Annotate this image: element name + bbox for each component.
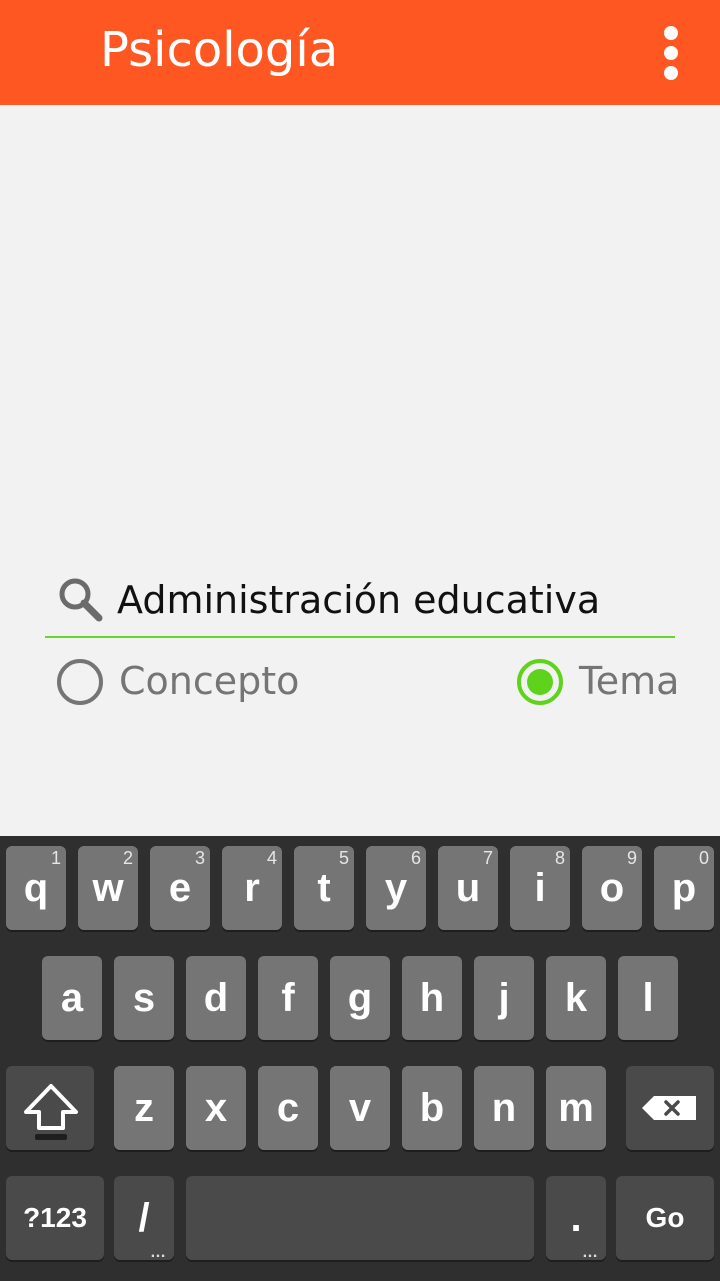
key-f[interactable]: f [258,956,318,1040]
key-g[interactable]: g [330,956,390,1040]
key-n[interactable]: n [474,1066,534,1150]
key-e[interactable]: e3 [150,846,210,930]
key-backspace[interactable] [626,1066,714,1150]
soft-keyboard: q1 w2 e3 r4 t5 y6 u7 i8 o9 p0 a s d f g … [0,836,720,1281]
key-label: m [558,1085,594,1130]
key-go[interactable]: Go [616,1176,714,1260]
key-label: d [203,975,229,1020]
key-label: f [281,975,295,1020]
search-icon[interactable] [57,576,103,622]
key-label: c [276,1085,300,1130]
key-hint: 9 [626,848,637,868]
key-period[interactable]: .… [546,1176,606,1261]
key-label: b [419,1085,445,1130]
key-o[interactable]: o9 [582,846,642,930]
key-label: z [134,1085,154,1130]
menu-dot [664,26,678,40]
key-p[interactable]: p0 [654,846,714,930]
key-sub-label: … [582,1244,598,1261]
key-label: j [498,975,510,1020]
search-bar [45,568,675,638]
key-hint: 8 [554,848,565,868]
content-area [0,105,720,836]
key-label: k [564,975,588,1020]
key-hint: 7 [482,848,493,868]
backspace-icon [642,1096,696,1120]
menu-dot [664,46,678,60]
key-hint: 6 [410,848,421,868]
shift-icon [24,1084,78,1140]
key-label: l [642,975,654,1020]
key-j[interactable]: j [474,956,534,1040]
radio-tema[interactable]: Tema [517,655,687,709]
search-input[interactable] [117,572,657,628]
key-t[interactable]: t5 [294,846,354,930]
key-label: a [60,975,84,1020]
key-v[interactable]: v [330,1066,390,1150]
key-sub-label: … [150,1244,166,1261]
key-r[interactable]: r4 [222,846,282,930]
menu-dot [664,66,678,80]
key-h[interactable]: h [402,956,462,1040]
key-k[interactable]: k [546,956,606,1040]
radio-checked-dot [527,669,553,695]
key-label: v [348,1085,372,1130]
key-y[interactable]: y6 [366,846,426,930]
app-bar: Psicología [0,0,720,105]
key-hint: 0 [698,848,709,868]
key-l[interactable]: l [618,956,678,1040]
key-symbols[interactable]: ?123 [6,1176,104,1260]
key-hint: 4 [266,848,277,868]
key-q[interactable]: q1 [6,846,66,930]
key-label: h [419,975,445,1020]
key-hint: 5 [338,848,349,868]
key-u[interactable]: u7 [438,846,498,930]
radio-label-tema: Tema [579,659,680,703]
app-title: Psicología [100,22,339,78]
key-hint: 1 [50,848,61,868]
key-label: s [132,975,156,1020]
key-c[interactable]: c [258,1066,318,1150]
key-m[interactable]: m [546,1066,606,1150]
key-s[interactable]: s [114,956,174,1040]
radio-concepto[interactable]: Concepto [57,655,317,709]
key-shift[interactable] [6,1066,94,1150]
key-i[interactable]: i8 [510,846,570,930]
key-x[interactable]: x [186,1066,246,1150]
key-label: g [347,975,373,1020]
key-d[interactable]: d [186,956,246,1040]
key-label: ?123 [23,1202,87,1233]
key-hint: 2 [122,848,133,868]
key-z[interactable]: z [114,1066,174,1150]
key-space[interactable] [186,1176,534,1260]
more-vert-icon[interactable] [646,18,696,88]
key-b[interactable]: b [402,1066,462,1150]
key-label: x [204,1085,228,1130]
key-a[interactable]: a [42,956,102,1040]
radio-unchecked-icon [57,659,103,705]
key-hint: 3 [194,848,205,868]
key-label: Go [645,1202,685,1233]
radio-label-concepto: Concepto [119,659,300,703]
key-slash[interactable]: /… [114,1176,174,1261]
key-w[interactable]: w2 [78,846,138,930]
key-label: n [491,1085,517,1130]
